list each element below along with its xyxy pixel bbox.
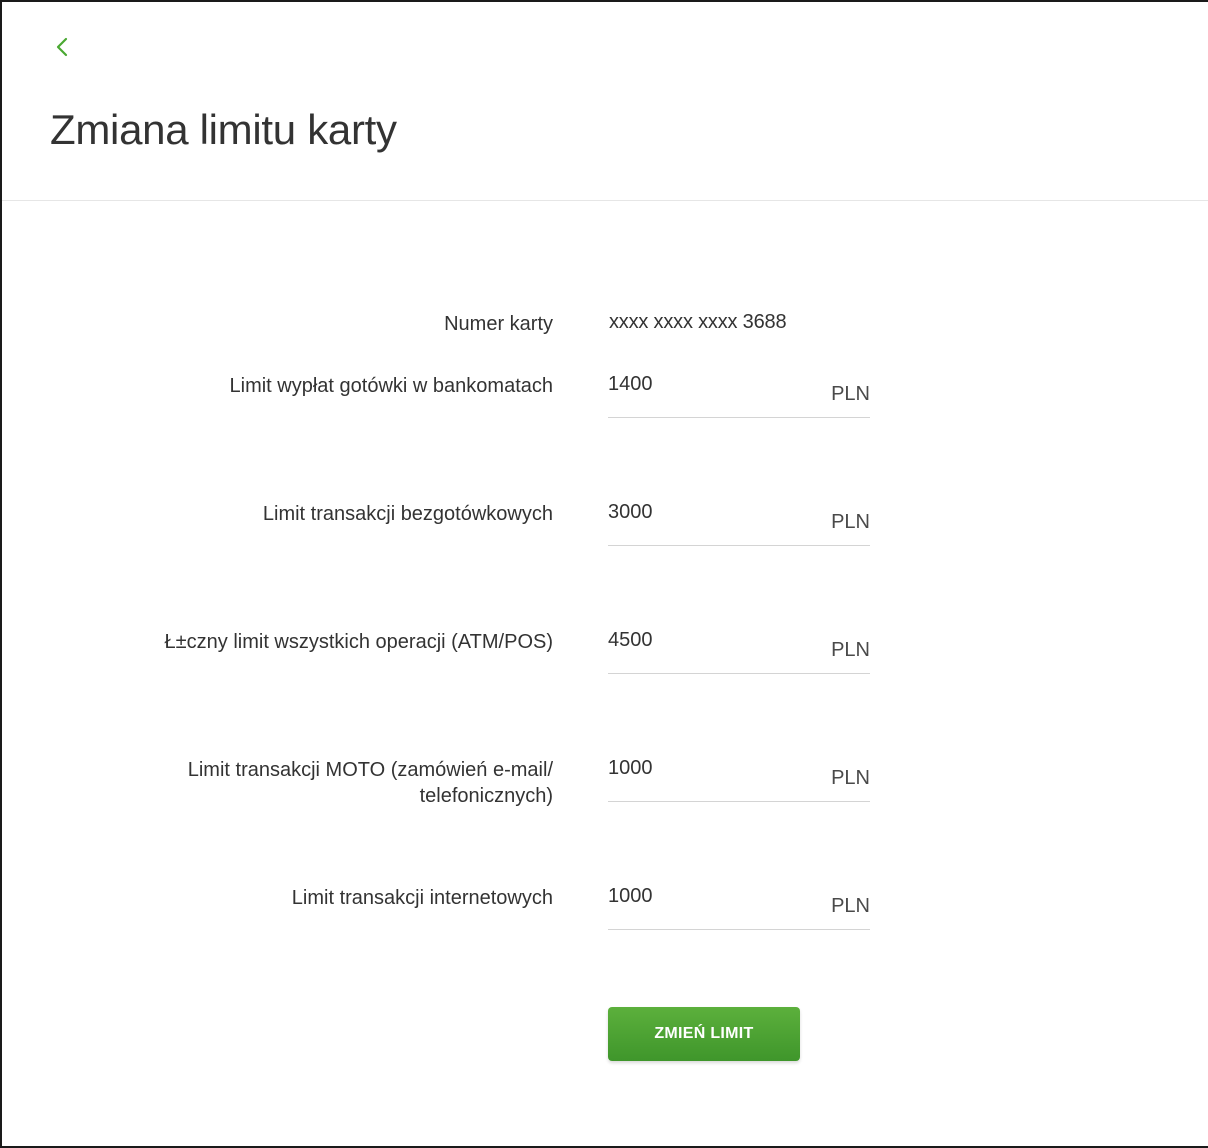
cashless-limit-label: Limit transakcji bezgotówkowych <box>262 503 553 525</box>
atm-limit-label: Limit wypłat gotówki w bankomatach <box>229 375 553 397</box>
combined-limit-input[interactable] <box>608 625 808 655</box>
combined-limit-label: Ł±czny limit wszystkich operacji (ATM/PO… <box>164 631 553 653</box>
back-button[interactable] <box>50 32 74 62</box>
combined-limit-currency: PLN <box>831 639 870 661</box>
moto-limit-input[interactable] <box>608 753 808 783</box>
card-number-label: Numer karty <box>444 313 553 335</box>
atm-limit-currency: PLN <box>831 383 870 405</box>
moto-limit-label: Limit transakcji MOTO (zamówień e-mail/ … <box>187 759 553 807</box>
moto-limit-currency: PLN <box>831 767 870 789</box>
chevron-left-icon <box>56 37 68 57</box>
cashless-limit-input[interactable] <box>608 497 808 527</box>
header-divider <box>2 200 1208 201</box>
cashless-limit-currency: PLN <box>831 511 870 533</box>
internet-limit-input[interactable] <box>608 881 808 911</box>
page-frame <box>0 0 1208 1148</box>
internet-limit-field: PLN <box>608 881 870 930</box>
atm-limit-field: PLN <box>608 369 870 418</box>
page-title: Zmiana limitu karty <box>50 106 397 153</box>
internet-limit-currency: PLN <box>831 895 870 917</box>
combined-limit-field: PLN <box>608 625 870 674</box>
internet-limit-label: Limit transakcji internetowych <box>291 887 553 909</box>
moto-limit-field: PLN <box>608 753 870 802</box>
atm-limit-input[interactable] <box>608 369 808 399</box>
cashless-limit-field: PLN <box>608 497 870 546</box>
card-number-value: xxxx xxxx xxxx 3688 <box>609 311 787 333</box>
change-limit-button[interactable]: ZMIEŃ LIMIT <box>608 1007 800 1061</box>
